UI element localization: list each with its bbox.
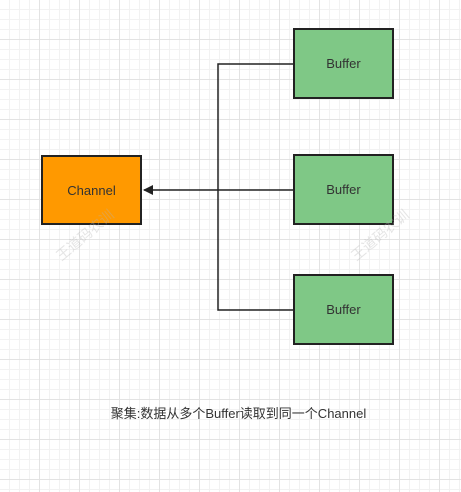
buffer-node-2-label: Buffer [326,182,361,197]
diagram-canvas: Channel Buffer Buffer Buffer 王道码农训 王道码农训… [0,0,461,492]
buffer-node-3-label: Buffer [326,302,361,317]
channel-node-label: Channel [67,182,116,198]
buffer-node-1[interactable]: Buffer [293,28,394,99]
connector-buffer-top [217,63,293,190]
buffer-node-1-label: Buffer [326,56,361,71]
buffer-node-3[interactable]: Buffer [293,274,394,345]
buffer-node-2[interactable]: Buffer [293,154,394,225]
diagram-caption: 聚集:数据从多个Buffer读取到同一个Channel [110,406,367,421]
connector-buffer-bottom [217,190,293,311]
channel-node[interactable]: Channel [41,155,142,225]
